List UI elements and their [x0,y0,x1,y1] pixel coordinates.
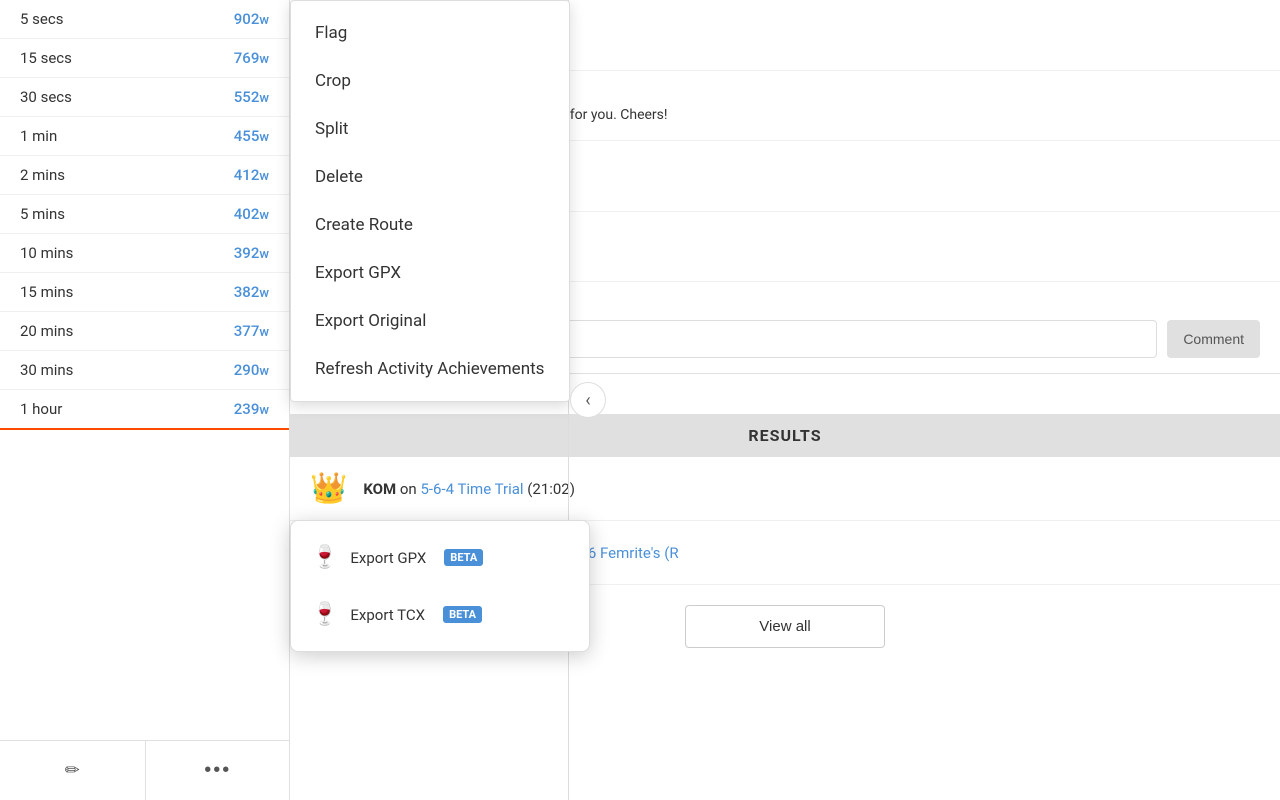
power-row: 30 secs 552w [0,78,289,117]
power-value: 769w [234,49,269,67]
sub-menu-item-label: Export TCX [350,606,425,624]
result-text: KOM on 5-6-4 Time Trial (21:02) [363,480,575,498]
context-menu-item[interactable]: Split [291,105,569,153]
sub-menu-item[interactable]: 🍷 Export GPX BETA [291,529,589,586]
more-button[interactable]: ••• [146,741,291,800]
power-value: 455w [234,127,269,145]
power-label: 1 hour [20,400,62,418]
power-label: 2 mins [20,166,65,184]
power-row: 15 mins 382w [0,273,289,312]
power-label: 30 secs [20,88,72,106]
result-badge: 👑 [310,471,347,506]
context-menu-item[interactable]: Export Original [291,297,569,345]
beta-badge: BETA [444,549,483,566]
sub-menu-item-label: Export GPX [350,549,426,567]
edit-icon: ✏ [65,760,80,781]
power-value: 290w [234,361,269,379]
power-value: 552w [234,88,269,106]
nav-arrow[interactable]: ‹ [570,382,606,418]
context-menu-item[interactable]: Refresh Activity Achievements [291,345,569,393]
power-label: 15 mins [20,283,73,301]
power-row: 10 mins 392w [0,234,289,273]
power-value: 377w [234,322,269,340]
context-menu-item[interactable]: Delete [291,153,569,201]
power-row: 1 hour 239w [0,390,289,430]
edit-button[interactable]: ✏ [0,741,146,800]
wine-icon: 🍷 [311,602,338,627]
context-menu-item[interactable]: Crop [291,57,569,105]
power-row: 2 mins 412w [0,156,289,195]
sub-menu-item[interactable]: 🍷 Export TCX BETA [291,586,589,643]
left-panel: 5 secs 902w 15 secs 769w 30 secs 552w 1 … [0,0,290,800]
page-container: 5 secs 902w 15 secs 769w 30 secs 552w 1 … [0,0,1280,800]
beta-badge: BETA [443,606,482,623]
power-label: 1 min [20,127,57,145]
power-label: 5 mins [20,205,65,223]
power-row: 1 min 455w [0,117,289,156]
power-row: 20 mins 377w [0,312,289,351]
sub-menu: 🍷 Export GPX BETA 🍷 Export TCX BETA [290,520,590,652]
power-value: 392w [234,244,269,262]
power-value: 402w [234,205,269,223]
power-row: 5 mins 402w [0,195,289,234]
more-icon: ••• [204,759,231,782]
comment-submit-button[interactable]: Comment [1167,320,1260,358]
power-value: 382w [234,283,269,301]
power-label: 5 secs [20,10,63,28]
wine-icon: 🍷 [311,545,338,570]
power-value: 412w [234,166,269,184]
power-row: 30 mins 290w [0,351,289,390]
power-row: 15 secs 769w [0,39,289,78]
power-row: 5 secs 902w [0,0,289,39]
context-menu: FlagCropSplitDeleteCreate RouteExport GP… [290,0,570,402]
power-label: 15 secs [20,49,72,67]
results-header: RESULTS [290,414,1280,457]
result-item: 👑 KOM on 5-6-4 Time Trial (21:02) [290,457,1280,521]
power-value: 239w [234,400,269,418]
context-menu-item[interactable]: Create Route [291,201,569,249]
context-menu-item[interactable]: Export GPX [291,249,569,297]
power-label: 30 mins [20,361,73,379]
power-table: 5 secs 902w 15 secs 769w 30 secs 552w 1 … [0,0,289,430]
result-link[interactable]: 5-6-4 Time Trial [420,480,523,498]
view-all-button[interactable]: View all [685,605,885,648]
context-menu-item[interactable]: Flag [291,9,569,57]
bottom-toolbar: ✏ ••• [0,740,290,800]
power-label: 20 mins [20,322,73,340]
power-label: 10 mins [20,244,73,262]
power-value: 902w [234,10,269,28]
